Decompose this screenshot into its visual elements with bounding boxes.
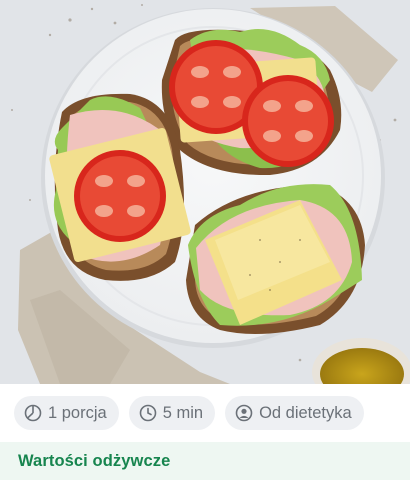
nutrition-section-header[interactable]: Wartości odżywcze — [0, 442, 410, 480]
time-label: 5 min — [162, 403, 204, 422]
author-chip: Od dietetyka — [225, 396, 364, 430]
author-label: Od dietetyka — [259, 403, 352, 422]
servings-chip: 1 porcja — [14, 396, 119, 430]
recipe-photo — [0, 0, 410, 384]
recipe-meta-chips: 1 porcja 5 min Od dietetyka — [0, 384, 410, 442]
time-chip: 5 min — [128, 396, 216, 430]
servings-label: 1 porcja — [48, 403, 107, 422]
user-circle-icon — [235, 404, 253, 422]
nutrition-section-title: Wartości odżywcze — [18, 451, 171, 470]
pie-portion-icon — [24, 404, 42, 422]
bottom-divider — [0, 480, 410, 492]
clock-icon — [139, 404, 157, 422]
